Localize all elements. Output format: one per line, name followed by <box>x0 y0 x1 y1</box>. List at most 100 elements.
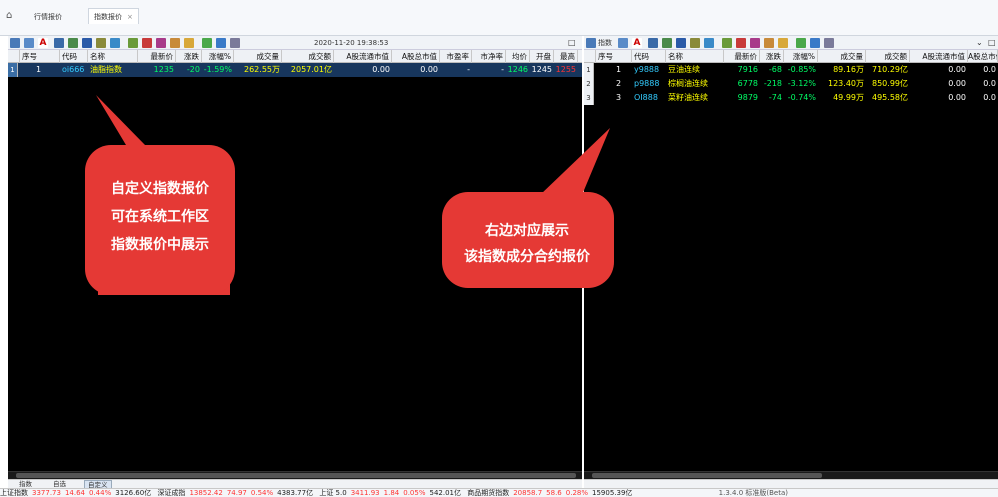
col-header-pe[interactable]: 市盈率 <box>440 50 472 63</box>
cell-vol: 89.16万 <box>833 65 864 74</box>
font-icon[interactable]: A <box>38 38 48 48</box>
col-header-amt[interactable]: 成交额 <box>282 50 334 63</box>
bar-icon[interactable] <box>736 38 746 48</box>
col-header-code[interactable]: 代码 <box>632 50 666 63</box>
status-s3-pct: 0.05% <box>403 489 426 497</box>
globe-icon[interactable] <box>704 38 714 48</box>
datetime: 2020-11-20 19:38:53 <box>314 39 389 47</box>
row-index: 3 <box>584 91 594 105</box>
cell-open: 1245 <box>531 65 552 74</box>
col-header-seq[interactable]: 序号 <box>20 50 60 63</box>
flag-icon[interactable] <box>750 38 760 48</box>
cell-amt: 2057.01亿 <box>290 65 332 74</box>
cell-pct: -0.74% <box>787 93 816 102</box>
col-header-name[interactable]: 名称 <box>666 50 724 63</box>
col-header-vol[interactable]: 成交量 <box>818 50 866 63</box>
table-row[interactable]: 2 2 p9888 棕榈油连续 6778 -218 -3.12% 123.40万… <box>584 77 998 91</box>
chart-icon[interactable] <box>648 38 658 48</box>
left-horizontal-scrollbar[interactable] <box>8 471 582 479</box>
col-header-open[interactable]: 开盘 <box>530 50 554 63</box>
col-header-a-float[interactable]: A股流通市值 <box>334 50 392 63</box>
globe-icon[interactable] <box>110 38 120 48</box>
gear-icon[interactable] <box>96 38 106 48</box>
filter-icon[interactable] <box>128 38 138 48</box>
chart-icon[interactable] <box>54 38 64 48</box>
scrollbar-thumb[interactable] <box>16 473 576 478</box>
more-icon[interactable] <box>824 38 834 48</box>
grid-icon[interactable] <box>10 38 20 48</box>
table-icon[interactable] <box>24 38 34 48</box>
filter-icon[interactable] <box>722 38 732 48</box>
cell-chg: -68 <box>768 65 782 74</box>
table-row[interactable]: 1 1 y9888 豆油连续 7916 -68 -0.85% 89.16万 71… <box>584 63 998 77</box>
bell-icon[interactable] <box>778 38 788 48</box>
cell-name: 棕榈油连续 <box>668 79 708 88</box>
tab-quotes[interactable]: 行情报价 <box>30 10 66 24</box>
cell-avg: 1246 <box>507 65 528 74</box>
scrollbar-thumb[interactable] <box>592 473 822 478</box>
col-header-avg[interactable]: 均价 <box>506 50 530 63</box>
col-header-chg[interactable]: 涨跌 <box>760 50 784 63</box>
right-callout: 右边对应展示 该指数成分合约报价 <box>432 120 622 290</box>
cell-vol: 49.99万 <box>833 93 864 102</box>
col-header-pct[interactable]: 涨幅% <box>784 50 818 63</box>
export-icon[interactable] <box>202 38 212 48</box>
col-header-amt[interactable]: 成交额 <box>866 50 910 63</box>
status-sz-pct: 0.54% <box>250 489 274 497</box>
cell-chg: -218 <box>763 79 782 88</box>
tab-index-quotes[interactable]: 指数报价 × <box>88 8 139 24</box>
status-sz-amt: 4383.77亿 <box>277 489 314 497</box>
left-toolbar: A 2020-11-20 19:38:53 □ <box>8 36 582 50</box>
sheet-tabs: 指数 自选 自定义 <box>8 479 582 489</box>
left-callout-line3: 指数报价中展示 <box>111 237 209 253</box>
gear-icon[interactable] <box>690 38 700 48</box>
status-s3-amt: 542.01亿 <box>429 489 461 497</box>
cell-code: p9888 <box>634 79 660 88</box>
col-header-last[interactable]: 最新价 <box>724 50 760 63</box>
cell-vol: 123.40万 <box>828 79 864 88</box>
grid-icon[interactable] <box>586 38 596 48</box>
header-gutter <box>8 50 20 63</box>
table-icon[interactable] <box>618 38 628 48</box>
pin-icon[interactable] <box>676 38 686 48</box>
export-icon[interactable] <box>796 38 806 48</box>
cell-high: 1255 <box>555 65 576 74</box>
status-sh-label: 上证指数 <box>0 489 28 497</box>
right-constituent-pane: 指数 A ⌄ □ 序号 代码 名称 最新价 涨跌 涨幅% 成交量 成交额 A股流… <box>584 36 998 479</box>
maximize-icon[interactable]: □ <box>568 38 576 48</box>
cell-amt: 850.99亿 <box>872 79 908 88</box>
cell-code: y9888 <box>634 65 660 74</box>
chevron-down-icon[interactable]: ⌄ <box>976 38 983 48</box>
col-header-a-float[interactable]: A股流通市值 <box>910 50 968 63</box>
sheet-icon[interactable] <box>662 38 672 48</box>
col-header-a-total[interactable]: A股总市值 <box>968 50 998 63</box>
bell-icon[interactable] <box>184 38 194 48</box>
bar-icon[interactable] <box>142 38 152 48</box>
status-s4-label: 商品期货指数 <box>467 489 510 497</box>
right-toolbar: 指数 A ⌄ □ <box>584 36 998 50</box>
sheet-icon[interactable] <box>68 38 78 48</box>
window-icon[interactable] <box>810 38 820 48</box>
left-callout-line2: 可在系统工作区 <box>111 209 209 225</box>
font-icon[interactable]: A <box>632 38 642 48</box>
right-horizontal-scrollbar[interactable] <box>584 471 998 479</box>
status-bar: 上证指数 3377.73 14.64 0.44% 3126.60亿 深证成指 13852.… <box>0 488 998 497</box>
cell-pb: - <box>501 65 504 74</box>
maximize-icon[interactable]: □ <box>988 38 996 48</box>
cell-a-total: 0.0 <box>983 93 996 102</box>
col-header-high[interactable]: 最高 <box>554 50 578 63</box>
window-icon[interactable] <box>216 38 226 48</box>
row-index: 1 <box>584 63 594 77</box>
candle-icon[interactable] <box>170 38 180 48</box>
table-row[interactable]: 3 3 OI888 菜籽油连续 9879 -74 -0.74% 49.99万 4… <box>584 91 998 105</box>
col-header-a-total[interactable]: A股总市值 <box>392 50 440 63</box>
candle-icon[interactable] <box>764 38 774 48</box>
col-header-seq[interactable]: 序号 <box>596 50 632 63</box>
flag-icon[interactable] <box>156 38 166 48</box>
more-icon[interactable] <box>230 38 240 48</box>
home-icon[interactable]: ⌂ <box>6 10 18 22</box>
close-icon[interactable]: × <box>127 13 133 21</box>
pin-icon[interactable] <box>82 38 92 48</box>
col-header-pb[interactable]: 市净率 <box>472 50 506 63</box>
right-table-header: 序号 代码 名称 最新价 涨跌 涨幅% 成交量 成交额 A股流通市值 A股总市值 <box>584 50 998 63</box>
